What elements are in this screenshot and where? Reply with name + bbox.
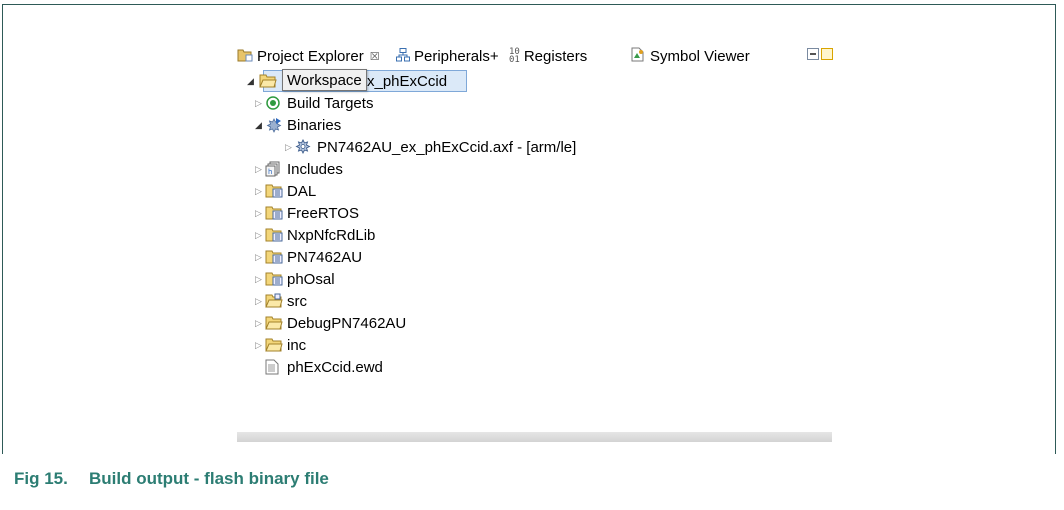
project-explorer-icon bbox=[237, 48, 253, 65]
source-folder-icon bbox=[265, 205, 283, 221]
tree-item-label: DebugPN7462AU bbox=[287, 314, 407, 332]
tree-item-inc[interactable]: ▷ inc bbox=[252, 334, 306, 356]
figure-title: Build output - flash binary file bbox=[89, 469, 329, 488]
peripherals-icon bbox=[396, 47, 410, 65]
collapsed-arrow-icon[interactable]: ▷ bbox=[252, 164, 265, 175]
collapsed-arrow-icon[interactable]: ▷ bbox=[252, 208, 265, 219]
symbol-viewer-icon bbox=[630, 47, 646, 65]
svg-text:h: h bbox=[268, 168, 272, 176]
tab-label: Symbol Viewer bbox=[650, 47, 750, 65]
tab-label: Peripherals+ bbox=[414, 47, 499, 65]
tree-item-ewd-file[interactable]: phExCcid.ewd bbox=[265, 356, 383, 378]
tree-item-phosal[interactable]: ▷ phOsal bbox=[252, 268, 335, 290]
tree-item-build-targets[interactable]: ▷ Build Targets bbox=[252, 92, 373, 114]
collapsed-arrow-icon[interactable]: ▷ bbox=[252, 252, 265, 263]
tree-item-label: PN7462AU bbox=[287, 248, 363, 266]
tree-item-binaries[interactable]: ◢ Binaries bbox=[252, 114, 341, 136]
axf-binary-icon bbox=[295, 138, 313, 155]
tree-item-label: NxpNfcRdLib bbox=[287, 226, 376, 244]
tree-project-root[interactable]: ◢ x_phExCcid Workspace bbox=[237, 69, 497, 92]
tree-item-nxpnfcrdlib[interactable]: ▷ NxpNfcRdLib bbox=[252, 224, 375, 246]
tab-peripherals[interactable]: Peripherals+ bbox=[396, 46, 499, 66]
folder-icon bbox=[265, 315, 283, 331]
source-folder-icon bbox=[265, 183, 283, 199]
project-explorer-panel: Project Explorer ☒ Peripherals+ 10 01 Reg… bbox=[237, 44, 833, 442]
tree-item-dal[interactable]: ▷ DAL bbox=[252, 180, 316, 202]
minimize-icon[interactable] bbox=[807, 48, 819, 60]
tab-symbol-viewer[interactable]: Symbol Viewer bbox=[630, 46, 750, 66]
tree-item-label: inc bbox=[287, 336, 307, 354]
collapsed-arrow-icon[interactable]: ▷ bbox=[252, 340, 265, 351]
project-folder-icon bbox=[259, 73, 277, 89]
tree-item-label: Binaries bbox=[287, 116, 342, 134]
source-folder-icon bbox=[265, 293, 283, 309]
tooltip-text: Workspace bbox=[287, 71, 362, 89]
includes-icon: h bbox=[265, 161, 283, 177]
tree-item-label: phExCcid.ewd bbox=[287, 358, 383, 376]
source-folder-icon bbox=[265, 249, 283, 265]
collapsed-arrow-icon[interactable]: ▷ bbox=[282, 142, 295, 153]
tab-registers[interactable]: 10 01 Registers bbox=[509, 46, 587, 66]
collapsed-arrow-icon[interactable]: ▷ bbox=[252, 296, 265, 307]
folder-icon bbox=[265, 337, 283, 353]
collapsed-arrow-icon[interactable]: ▷ bbox=[252, 274, 265, 285]
tree-item-label: FreeRTOS bbox=[287, 204, 359, 222]
tree-item-label: PN7462AU_ex_phExCcid.axf - [arm/le] bbox=[317, 138, 577, 156]
tree-item-src[interactable]: ▷ src bbox=[252, 290, 307, 312]
file-icon bbox=[265, 359, 283, 375]
tree-item-includes[interactable]: ▷ h Includes bbox=[252, 158, 343, 180]
build-targets-icon bbox=[265, 95, 283, 111]
tree-item-label: DAL bbox=[287, 182, 317, 200]
figure-caption: Fig 15. Build output - flash binary file bbox=[14, 469, 329, 489]
binaries-icon bbox=[265, 117, 283, 133]
expanded-arrow-icon[interactable]: ◢ bbox=[244, 76, 257, 87]
source-folder-icon bbox=[265, 227, 283, 243]
tree-item-debugpn7462au[interactable]: ▷ DebugPN7462AU bbox=[252, 312, 406, 334]
workspace-tooltip: Workspace bbox=[282, 69, 367, 91]
tree-item-label: phOsal bbox=[287, 270, 335, 288]
collapsed-arrow-icon[interactable]: ▷ bbox=[252, 98, 265, 109]
tree-item-axf-binary[interactable]: ▷ PN7462AU_ex_phExCcid.axf - [arm/le] bbox=[282, 136, 576, 158]
horizontal-scrollbar[interactable] bbox=[237, 432, 832, 442]
maximize-icon[interactable] bbox=[821, 48, 833, 60]
tree-item-label: Build Targets bbox=[287, 94, 374, 112]
collapsed-arrow-icon[interactable]: ▷ bbox=[252, 318, 265, 329]
tree-item-label: Includes bbox=[287, 160, 343, 178]
registers-icon: 10 01 bbox=[509, 47, 520, 65]
expanded-arrow-icon[interactable]: ◢ bbox=[252, 120, 265, 131]
tab-project-explorer[interactable]: Project Explorer ☒ bbox=[237, 46, 380, 66]
collapsed-arrow-icon[interactable]: ▷ bbox=[252, 186, 265, 197]
figure-number: Fig 15. bbox=[14, 469, 68, 488]
view-tab-bar: Project Explorer ☒ Peripherals+ 10 01 Reg… bbox=[237, 44, 833, 70]
source-folder-icon bbox=[265, 271, 283, 287]
collapsed-arrow-icon[interactable]: ▷ bbox=[252, 230, 265, 241]
project-name: x_phExCcid bbox=[367, 72, 448, 90]
tree-item-label: src bbox=[287, 292, 307, 310]
tree-item-pn7462au[interactable]: ▷ PN7462AU bbox=[252, 246, 362, 268]
tab-label: Project Explorer bbox=[257, 47, 364, 65]
close-tab-icon[interactable]: ☒ bbox=[370, 50, 380, 63]
tree-item-freertos[interactable]: ▷ FreeRTOS bbox=[252, 202, 359, 224]
tab-label: Registers bbox=[523, 47, 588, 65]
